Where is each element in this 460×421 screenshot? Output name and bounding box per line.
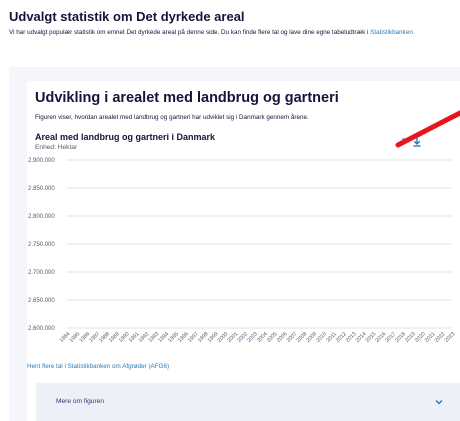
x-tick-label: 2023 [444, 331, 457, 344]
more-about-figure-accordion[interactable]: Mere om figuren [36, 383, 460, 421]
chart-unit: Enhed: Hektar [35, 144, 78, 151]
intro-body: Vi har udvalgt populær statistik om emne… [9, 29, 371, 36]
y-tick-label: 2.900.000 [28, 158, 55, 164]
download-icon[interactable] [412, 137, 422, 147]
page-title: Udvalgt statistik om Det dyrkede areal [9, 9, 245, 24]
chevron-down-icon [435, 400, 443, 405]
statistics-card: Udvikling i arealet med landbrug og gart… [9, 67, 460, 421]
chart-title: Areal med landbrug og gartneri i Danmark [35, 132, 216, 142]
chart: 2.900.000 2.850.000 2.800.000 2.750.000 2.70… [28, 158, 457, 344]
chart-panel: Udvikling i arealet med landbrug og gart… [27, 81, 460, 421]
y-tick-label: 2.650.000 [28, 298, 55, 304]
y-tick-label: 2.800.000 [28, 214, 55, 220]
expand-icon[interactable] [397, 137, 407, 147]
intro-text: Vi har udvalgt populær statistik om emne… [9, 28, 454, 38]
y-tick-label: 2.600.000 [28, 326, 55, 332]
source-link[interactable]: Hent flere tal i Statistikbanken om Afgr… [27, 363, 169, 370]
accordion-label: Mere om figuren [56, 398, 105, 405]
y-tick-label: 2.750.000 [28, 242, 55, 248]
statistikbanken-link[interactable]: Statistikbanken. [370, 29, 414, 36]
y-tick-label: 2.700.000 [28, 270, 55, 276]
section-description: Figuren viser, hvordan arealet med landb… [35, 114, 309, 121]
y-tick-label: 2.850.000 [28, 186, 55, 192]
section-title: Udvikling i arealet med landbrug og gart… [35, 90, 339, 106]
